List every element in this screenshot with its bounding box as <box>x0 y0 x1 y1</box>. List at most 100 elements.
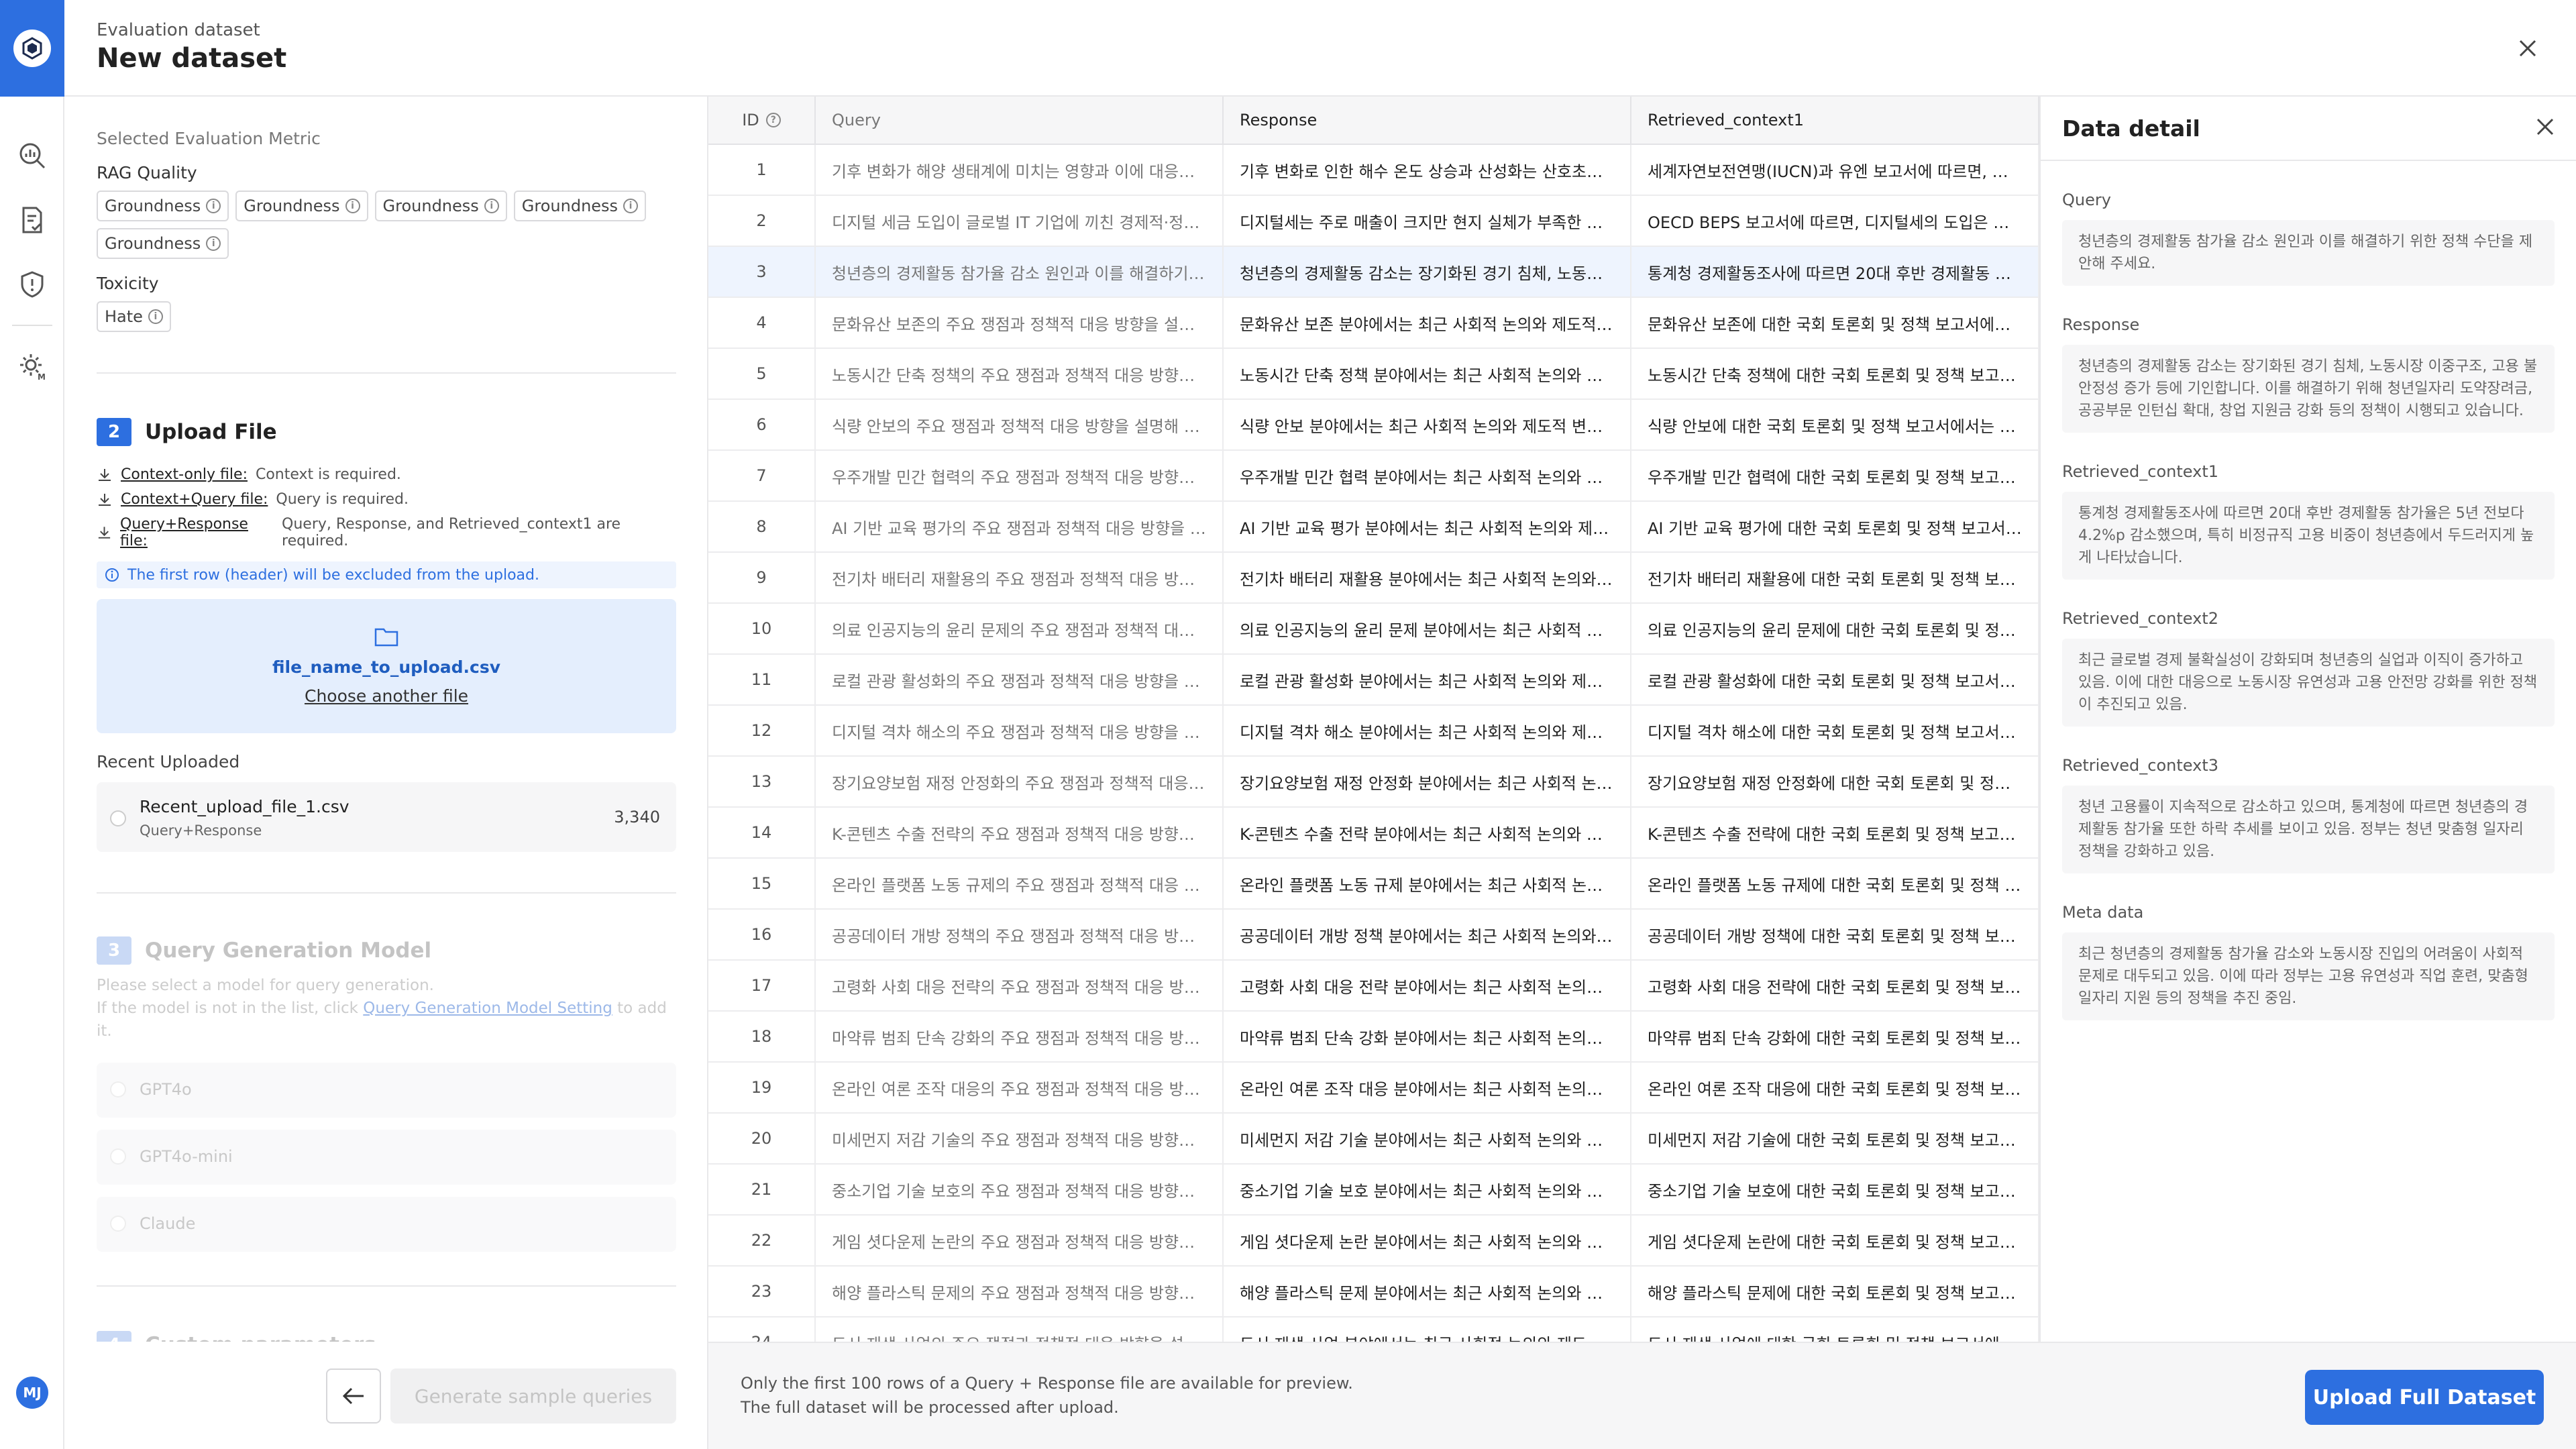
cell-id: 9 <box>708 553 816 602</box>
cell-id: 18 <box>708 1012 816 1061</box>
info-icon[interactable]: i <box>206 199 221 213</box>
recent-uploaded-label: Recent Uploaded <box>97 752 240 771</box>
cell-id: 14 <box>708 808 816 857</box>
info-icon[interactable]: i <box>623 199 639 213</box>
choose-another-file-link[interactable]: Choose another file <box>305 686 468 706</box>
cell-response: 우주개발 민간 협력 분야에서는 최근 사회적 논의와 제도적 <box>1224 451 1631 500</box>
app-logo[interactable] <box>0 0 64 97</box>
info-icon[interactable]: i <box>206 236 221 251</box>
cell-response-text: K-콘텐츠 수출 전략 분야에서는 최근 사회적 논의와 제도적 <box>1240 824 1614 844</box>
table-row[interactable]: 4 문화유산 보존의 주요 쟁점과 정책적 대응 방향을 설명해 주세요 문화유산 … <box>708 298 2039 349</box>
model-option[interactable]: GPT4o-mini <box>97 1130 676 1185</box>
cell-query-text: 우주개발 민간 협력의 주요 쟁점과 정책적 대응 방향을 설명해 <box>832 468 1206 487</box>
cell-response-text: 청년층의 경제활동 감소는 장기화된 경기 침체, 노동시장 이중구조 <box>1240 264 1614 283</box>
avatar[interactable]: MJ <box>16 1377 48 1409</box>
table-row[interactable]: 21 중소기업 기술 보호의 주요 쟁점과 정책적 대응 방향을 설명해 중소기업 … <box>708 1165 2039 1216</box>
back-button[interactable] <box>326 1368 381 1424</box>
table-row[interactable]: 8 AI 기반 교육 평가의 주요 쟁점과 정책적 대응 방향을 설명해 AI 기반… <box>708 502 2039 553</box>
preview-note: Only the first 100 rows of a Query + Res… <box>741 1374 1353 1393</box>
cell-response: K-콘텐츠 수출 전략 분야에서는 최근 사회적 논의와 제도적 <box>1224 808 1631 857</box>
section-divider <box>97 892 676 894</box>
detail-close-button[interactable] <box>2536 117 2555 139</box>
metric-chip[interactable]: Groundness i <box>97 228 229 259</box>
shield-icon[interactable] <box>0 252 64 317</box>
file-dropzone[interactable]: file_name_to_upload.csv Choose another f… <box>97 599 676 733</box>
table-row[interactable]: 13 장기요양보험 재정 안정화의 주요 쟁점과 정책적 대응 방향을 장기요양보험… <box>708 757 2039 808</box>
table-row[interactable]: 19 온라인 여론 조작 대응의 주요 쟁점과 정책적 대응 방향을 설명해 온라인… <box>708 1063 2039 1114</box>
cell-id-text: 10 <box>751 619 772 638</box>
cell-id-text: 16 <box>751 925 772 944</box>
table-row[interactable]: 20 미세먼지 저감 기술의 주요 쟁점과 정책적 대응 방향을 설명해 미세먼지 … <box>708 1114 2039 1165</box>
cell-response: 식량 안보 분야에서는 최근 사회적 논의와 제도적 변화가 <box>1224 400 1631 449</box>
metric-chip[interactable]: Hate i <box>97 301 171 332</box>
cell-context: 식량 안보에 대한 국회 토론회 및 정책 보고서에서는 관련 <box>1631 400 2039 449</box>
cell-id-text: 3 <box>756 262 767 281</box>
table-row[interactable]: 22 게임 셧다운제 논란의 주요 쟁점과 정책적 대응 방향을 설명해 게임 셧다… <box>708 1216 2039 1267</box>
close-button[interactable] <box>2512 32 2544 64</box>
column-header-response[interactable]: Response <box>1224 97 1631 144</box>
preview-note: The full dataset will be processed after… <box>741 1398 1119 1417</box>
cell-response: 문화유산 보존 분야에서는 최근 사회적 논의와 제도적 변화가 <box>1224 298 1631 347</box>
cell-response: AI 기반 교육 평가 분야에서는 최근 사회적 논의와 제도적 <box>1224 502 1631 551</box>
template-link[interactable]: Context+Query file: <box>121 491 268 508</box>
table-row[interactable]: 12 디지털 격차 해소의 주요 쟁점과 정책적 대응 방향을 설명해 디지털 격차… <box>708 706 2039 757</box>
radio-button[interactable] <box>110 1216 126 1232</box>
cell-response: 의료 인공지능의 윤리 문제 분야에서는 최근 사회적 논의와 <box>1224 604 1631 653</box>
table-row[interactable]: 5 노동시간 단축 정책의 주요 쟁점과 정책적 대응 방향을 설명해 노동시간 단… <box>708 349 2039 400</box>
template-link[interactable]: Context-only file: <box>121 466 248 483</box>
table-row[interactable]: 15 온라인 플랫폼 노동 규제의 주요 쟁점과 정책적 대응 방향을 온라인 플랫… <box>708 859 2039 910</box>
table-row[interactable]: 24 도시 재생 사업의 주요 쟁점과 정책적 대응 방향을 설명해 주세요 도시 … <box>708 1318 2039 1342</box>
detail-field-value: 청년층의 경제활동 참가율 감소 원인과 이를 해결하기 위한 정책 수단을 제… <box>2062 220 2555 286</box>
query-gen-description: Please select a model for query generati… <box>97 977 667 1040</box>
cell-id: 2 <box>708 196 816 246</box>
cell-context-text: 해양 플라스틱 문제에 대한 국회 토론회 및 정책 보고서에서는 <box>1648 1283 2022 1303</box>
detail-fields: Query 청년층의 경제활동 참가율 감소 원인과 이를 해결하기 위한 정책 … <box>2041 191 2576 1020</box>
table-row[interactable]: 2 디지털 세금 도입이 글로벌 IT 기업에 끼친 경제적·정책적 영향 디지털세… <box>708 196 2039 247</box>
column-header-query[interactable]: Query <box>816 97 1224 144</box>
table-row[interactable]: 7 우주개발 민간 협력의 주요 쟁점과 정책적 대응 방향을 설명해 우주개발 민… <box>708 451 2039 502</box>
help-icon[interactable]: ? <box>765 113 781 127</box>
cell-query: 중소기업 기술 보호의 주요 쟁점과 정책적 대응 방향을 설명해 <box>816 1165 1224 1214</box>
table-row[interactable]: 16 공공데이터 개방 정책의 주요 쟁점과 정책적 대응 방향을 설명해 공공데이… <box>708 910 2039 961</box>
info-icon[interactable]: i <box>484 199 499 213</box>
metric-chip[interactable]: Groundness i <box>374 191 507 221</box>
table-row[interactable]: 1 기후 변화가 해양 생태계에 미치는 영향과 이에 대응하기 위한 정책 기후 … <box>708 145 2039 196</box>
generate-sample-queries-button[interactable]: Generate sample queries <box>390 1368 676 1424</box>
table-row[interactable]: 3 청년층의 경제활동 참가율 감소 원인과 이를 해결하기 위한 정책 청년층의 … <box>708 247 2039 298</box>
cell-response-text: 전기차 배터리 재활용 분야에서는 최근 사회적 논의와 제도적 <box>1240 570 1614 589</box>
table-row[interactable]: 6 식량 안보의 주요 쟁점과 정책적 대응 방향을 설명해 주세요 식량 안보 분… <box>708 400 2039 451</box>
table-row[interactable]: 9 전기차 배터리 재활용의 주요 쟁점과 정책적 대응 방향을 설명해 전기차 배… <box>708 553 2039 604</box>
info-icon[interactable]: i <box>148 309 163 324</box>
model-option[interactable]: Claude <box>97 1197 676 1252</box>
radio-button[interactable] <box>110 1148 126 1165</box>
analytics-icon[interactable] <box>0 123 64 188</box>
template-link[interactable]: Query+Response file: <box>120 516 274 549</box>
cell-query-text: 고령화 사회 대응 전략의 주요 쟁점과 정책적 대응 방향을 설명해 <box>832 977 1206 997</box>
close-icon <box>2519 40 2536 57</box>
document-check-icon[interactable] <box>0 188 64 252</box>
model-option[interactable]: GPT4o <box>97 1063 676 1118</box>
radio-button[interactable] <box>110 810 126 826</box>
upload-full-dataset-button[interactable]: Upload Full Dataset <box>2305 1370 2544 1425</box>
table-row[interactable]: 17 고령화 사회 대응 전략의 주요 쟁점과 정책적 대응 방향을 설명해 고령화… <box>708 961 2039 1012</box>
info-icon[interactable]: i <box>345 199 360 213</box>
cell-query: 공공데이터 개방 정책의 주요 쟁점과 정책적 대응 방향을 설명해 <box>816 910 1224 959</box>
cell-context: 공공데이터 개방 정책에 대한 국회 토론회 및 정책 보고서에서는 <box>1631 910 2039 959</box>
table-row[interactable]: 11 로컬 관광 활성화의 주요 쟁점과 정책적 대응 방향을 설명해 로컬 관광 … <box>708 655 2039 706</box>
column-header-context[interactable]: Retrieved_context1 <box>1631 97 2039 144</box>
table-row[interactable]: 14 K-콘텐츠 수출 전략의 주요 쟁점과 정책적 대응 방향을 설명해 K-콘텐… <box>708 808 2039 859</box>
requirement-line: Context+Query file: Query is required. <box>97 491 675 508</box>
settings-model-icon[interactable]: M <box>0 334 64 398</box>
cell-response: 장기요양보험 재정 안정화 분야에서는 최근 사회적 논의와 <box>1224 757 1631 806</box>
table-row[interactable]: 10 의료 인공지능의 윤리 문제의 주요 쟁점과 정책적 대응 방향을 의료 인공… <box>708 604 2039 655</box>
radio-button[interactable] <box>110 1081 126 1097</box>
query-gen-setting-link[interactable]: Query Generation Model Setting <box>363 1000 612 1017</box>
table-row[interactable]: 18 마약류 범죄 단속 강화의 주요 쟁점과 정책적 대응 방향을 설명해 마약류… <box>708 1012 2039 1063</box>
metric-chip[interactable]: Groundness i <box>97 191 229 221</box>
recent-file-item[interactable]: Recent_upload_file_1.csv Query+Response … <box>97 782 676 852</box>
cell-context: 통계청 경제활동조사에 따르면 20대 후반 경제활동 참가율은 <box>1631 247 2039 297</box>
metric-chip[interactable]: Groundness i <box>235 191 368 221</box>
table-row[interactable]: 23 해양 플라스틱 문제의 주요 쟁점과 정책적 대응 방향을 설명해 해양 플라… <box>708 1267 2039 1318</box>
cell-id-text: 9 <box>756 568 767 587</box>
metric-chip[interactable]: Groundness i <box>513 191 647 221</box>
